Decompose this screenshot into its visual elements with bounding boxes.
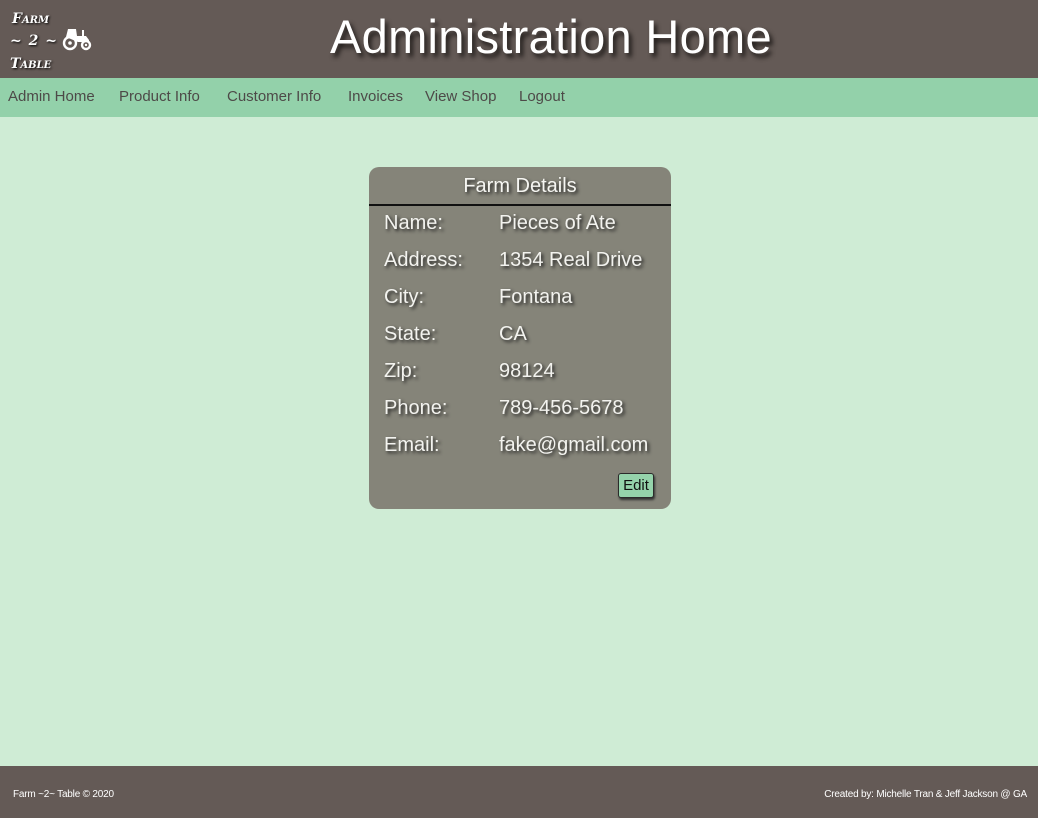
edit-button[interactable]: Edit: [618, 473, 654, 498]
email-label: Email:: [384, 434, 440, 456]
admin-page: Farm ~ 2 ~ Table Administration Home Adm…: [0, 0, 1038, 818]
nav-view-shop[interactable]: View Shop: [425, 88, 496, 105]
farm-details-title: Farm Details: [369, 167, 671, 206]
city-label: City:: [384, 286, 424, 308]
site-logo[interactable]: Farm ~ 2 ~ Table: [10, 8, 100, 74]
nav-customer-info[interactable]: Customer Info: [227, 88, 321, 105]
zip-value: 98124: [499, 360, 555, 382]
name-label: Name:: [384, 212, 443, 234]
address-value: 1354 Real Drive: [499, 249, 643, 271]
logo-line-2: ~ 2 ~: [10, 33, 58, 49]
tractor-icon: [62, 29, 92, 51]
email-value: fake@gmail.com: [499, 434, 649, 456]
nav-product-info[interactable]: Product Info: [119, 88, 200, 105]
site-footer: Farm ~2~ Table © 2020 Created by: Michel…: [0, 766, 1038, 818]
footer-credits: Created by: Michelle Tran & Jeff Jackson…: [824, 789, 1027, 800]
phone-label: Phone:: [384, 397, 448, 419]
nav-admin-home[interactable]: Admin Home: [8, 88, 95, 105]
logo-line-1: Farm: [12, 11, 50, 27]
footer-copyright: Farm ~2~ Table © 2020: [13, 789, 114, 800]
farm-details-card: Farm Details Name: Pieces of Ate Address…: [369, 167, 671, 509]
site-header: Farm ~ 2 ~ Table Administration Home: [0, 0, 1038, 78]
state-value: CA: [499, 323, 527, 345]
name-value: Pieces of Ate: [499, 212, 616, 234]
city-value: Fontana: [499, 286, 573, 308]
phone-value: 789-456-5678: [499, 397, 624, 419]
state-label: State:: [384, 323, 437, 345]
address-label: Address:: [384, 249, 463, 271]
page-title: Administration Home: [330, 10, 772, 63]
logo-line-3: Table: [10, 56, 52, 72]
nav-invoices[interactable]: Invoices: [348, 88, 403, 105]
main-nav: Admin Home Product Info Customer Info In…: [0, 78, 1038, 117]
zip-label: Zip:: [384, 360, 418, 382]
nav-logout[interactable]: Logout: [519, 88, 565, 105]
